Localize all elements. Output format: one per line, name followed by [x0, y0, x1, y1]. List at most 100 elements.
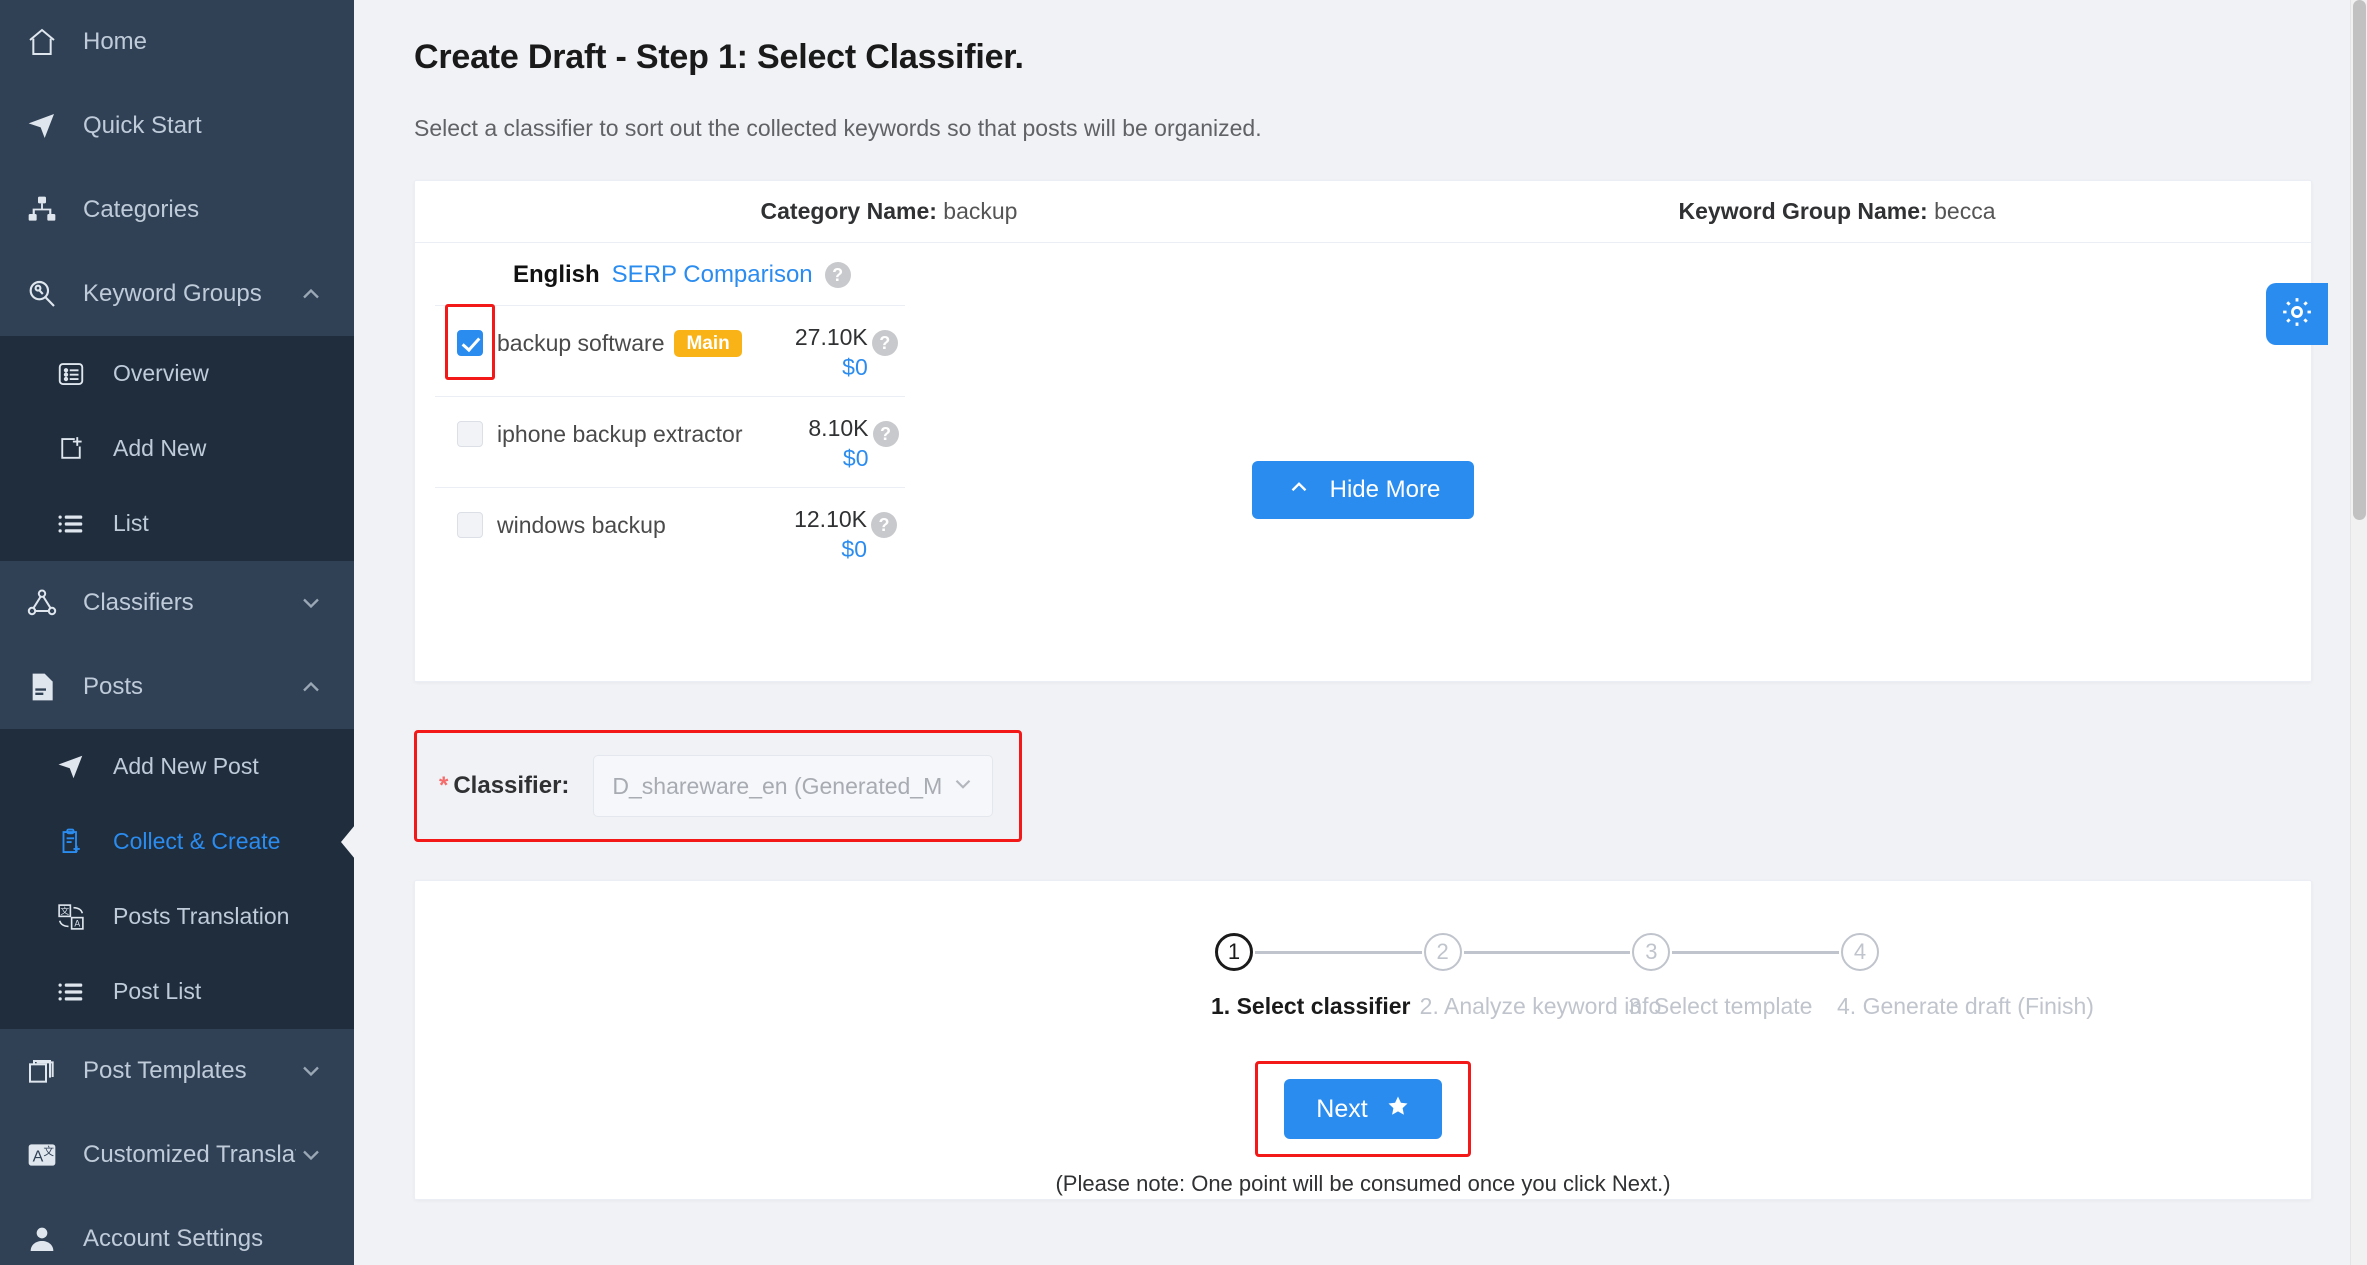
svg-text:文: 文: [60, 904, 69, 915]
step-label: 2. Analyze keyword info: [1419, 993, 1662, 1019]
translate-box-icon: A文: [25, 1138, 59, 1172]
sidebar-item-label: Post List: [113, 978, 202, 1004]
stepper-card: 1 1. Select classifier 2 2. Analyze keyw…: [414, 880, 2312, 1200]
serp-comparison-link[interactable]: SERP Comparison: [612, 261, 813, 289]
next-note: (Please note: One point will be consumed…: [1055, 1171, 1671, 1196]
sidebar-item-add-new-post[interactable]: Add New Post: [0, 729, 354, 804]
user-icon: [25, 1222, 59, 1256]
keyword-card: Category Name: backup Keyword Group Name…: [414, 180, 2312, 682]
keyword-name-text: iphone backup extractor: [497, 421, 743, 447]
help-icon[interactable]: ?: [872, 421, 899, 447]
submenu-keyword-groups: Overview Add New List: [0, 336, 354, 561]
translate-icon: 文A: [55, 901, 87, 933]
page-scrollbar[interactable]: [2350, 0, 2367, 1265]
list-icon: [55, 508, 87, 540]
sidebar-item-label: Overview: [113, 360, 209, 386]
sidebar-item-label: Posts: [83, 673, 144, 700]
sitemap-icon: [25, 193, 59, 227]
step-circle: 3: [1632, 933, 1671, 971]
language-label: English: [513, 261, 600, 288]
next-container: Next (Please note: One point will be con…: [415, 1061, 2311, 1197]
sidebar-item-label: Add New: [113, 435, 207, 461]
layers-icon: [25, 1054, 59, 1088]
hide-more-button[interactable]: Hide More: [1251, 461, 1475, 519]
sidebar-item-account-settings[interactable]: Account Settings: [0, 1197, 354, 1265]
home-icon: [25, 25, 59, 59]
sidebar-item-label: Categories: [83, 196, 200, 223]
language-row: English SERP Comparison ?: [435, 243, 905, 305]
sidebar-item-label: Post Templates: [83, 1057, 247, 1084]
classifier-highlight-box: * Classifier: D_shareware_en (Generated_M…: [414, 730, 1023, 842]
main-badge: Main: [674, 329, 742, 357]
sidebar-item-customized-translation[interactable]: A文 Customized Translation: [0, 1113, 354, 1197]
keyword-cost: $0: [842, 354, 868, 380]
chevron-down-icon: [296, 1140, 326, 1170]
sidebar-item-posts[interactable]: Posts: [0, 645, 354, 729]
sidebar-item-add-new[interactable]: Add New: [0, 411, 354, 486]
sidebar-item-post-templates[interactable]: Post Templates: [0, 1029, 354, 1113]
keyword-name: iphone backup extractor: [497, 413, 743, 449]
list-box-icon: [55, 358, 87, 390]
category-name-value: backup: [943, 198, 1018, 224]
keyword-name-text: backup software: [497, 330, 665, 356]
required-mark: *: [439, 772, 449, 799]
gear-icon: [2280, 295, 2314, 334]
sidebar-item-label: List: [113, 510, 149, 536]
hide-more-container: Hide More: [415, 461, 2311, 519]
sidebar-item-collect-and-create[interactable]: Collect & Create: [0, 804, 354, 879]
document-icon: [25, 670, 59, 704]
sidebar-item-posts-translation[interactable]: 文A Posts Translation: [0, 879, 354, 954]
settings-fab-button[interactable]: [2266, 283, 2328, 345]
classifier-label-text: Classifier:: [453, 772, 570, 799]
star-icon: [1386, 1094, 1410, 1125]
hide-more-label: Hide More: [1329, 476, 1441, 503]
sidebar-item-label: Keyword Groups: [83, 280, 262, 307]
keyword-cost: $0: [841, 536, 867, 562]
sidebar-item-classifiers[interactable]: Classifiers: [0, 561, 354, 645]
category-name-label: Category Name:: [760, 198, 937, 224]
keyword-checkbox[interactable]: [457, 330, 483, 356]
step-2[interactable]: 2 2. Analyze keyword info: [1420, 933, 1661, 1020]
help-icon[interactable]: ?: [824, 262, 851, 288]
keyword-card-body: English SERP Comparison ? backup softwar…: [415, 243, 2311, 578]
add-square-icon: [55, 433, 87, 465]
sidebar-item-label: Account Settings: [83, 1225, 264, 1252]
next-highlight-box: Next: [1255, 1061, 1471, 1157]
next-button[interactable]: Next: [1284, 1079, 1442, 1139]
submenu-posts: Add New Post Collect & Create 文A Posts T…: [0, 729, 354, 1029]
sidebar-item-label: Add New Post: [113, 753, 259, 779]
sidebar-item-post-list[interactable]: Post List: [0, 954, 354, 1029]
keyword-checkbox[interactable]: [457, 421, 483, 447]
scrollbar-thumb[interactable]: [2353, 0, 2366, 520]
svg-text:文: 文: [43, 1145, 54, 1158]
step-1[interactable]: 1 1. Select classifier: [1211, 933, 1424, 1020]
chevron-down-icon: [296, 1056, 326, 1086]
help-icon[interactable]: ?: [871, 330, 898, 356]
active-indicator: [341, 824, 354, 859]
key-search-icon: [25, 277, 59, 311]
keyword-group-name-label: Keyword Group Name:: [1678, 198, 1928, 224]
step-head: 3: [1632, 933, 1841, 971]
step-3[interactable]: 3 3. Select template: [1628, 933, 1841, 1020]
chevron-up-icon: [296, 672, 326, 702]
keyword-list-panel: English SERP Comparison ? backup softwar…: [415, 243, 905, 578]
sidebar-item-overview[interactable]: Overview: [0, 336, 354, 411]
classifier-label: * Classifier:: [439, 772, 569, 800]
sidebar: Home Quick Start Categories Keyword Grou…: [0, 0, 354, 1265]
next-label: Next: [1316, 1094, 1368, 1123]
sidebar-item-label: Home: [83, 28, 148, 55]
classifier-select[interactable]: D_shareware_en (Generated_Mix4: [593, 755, 994, 817]
chevron-up-icon: [1286, 474, 1312, 507]
table-row: backup software Main 27.10K $0 ?: [435, 304, 905, 396]
sidebar-item-label: Posts Translation: [113, 903, 290, 929]
chevron-down-icon: [950, 771, 976, 802]
sidebar-item-list[interactable]: List: [0, 486, 354, 561]
chevron-down-icon: [296, 588, 326, 618]
sidebar-item-label: Quick Start: [83, 112, 202, 139]
sidebar-item-categories[interactable]: Categories: [0, 168, 354, 252]
paper-plane-icon: [55, 751, 87, 783]
sidebar-item-keyword-groups[interactable]: Keyword Groups: [0, 252, 354, 336]
step-circle: 2: [1423, 933, 1462, 971]
sidebar-item-quick-start[interactable]: Quick Start: [0, 84, 354, 168]
sidebar-item-home[interactable]: Home: [0, 0, 354, 84]
